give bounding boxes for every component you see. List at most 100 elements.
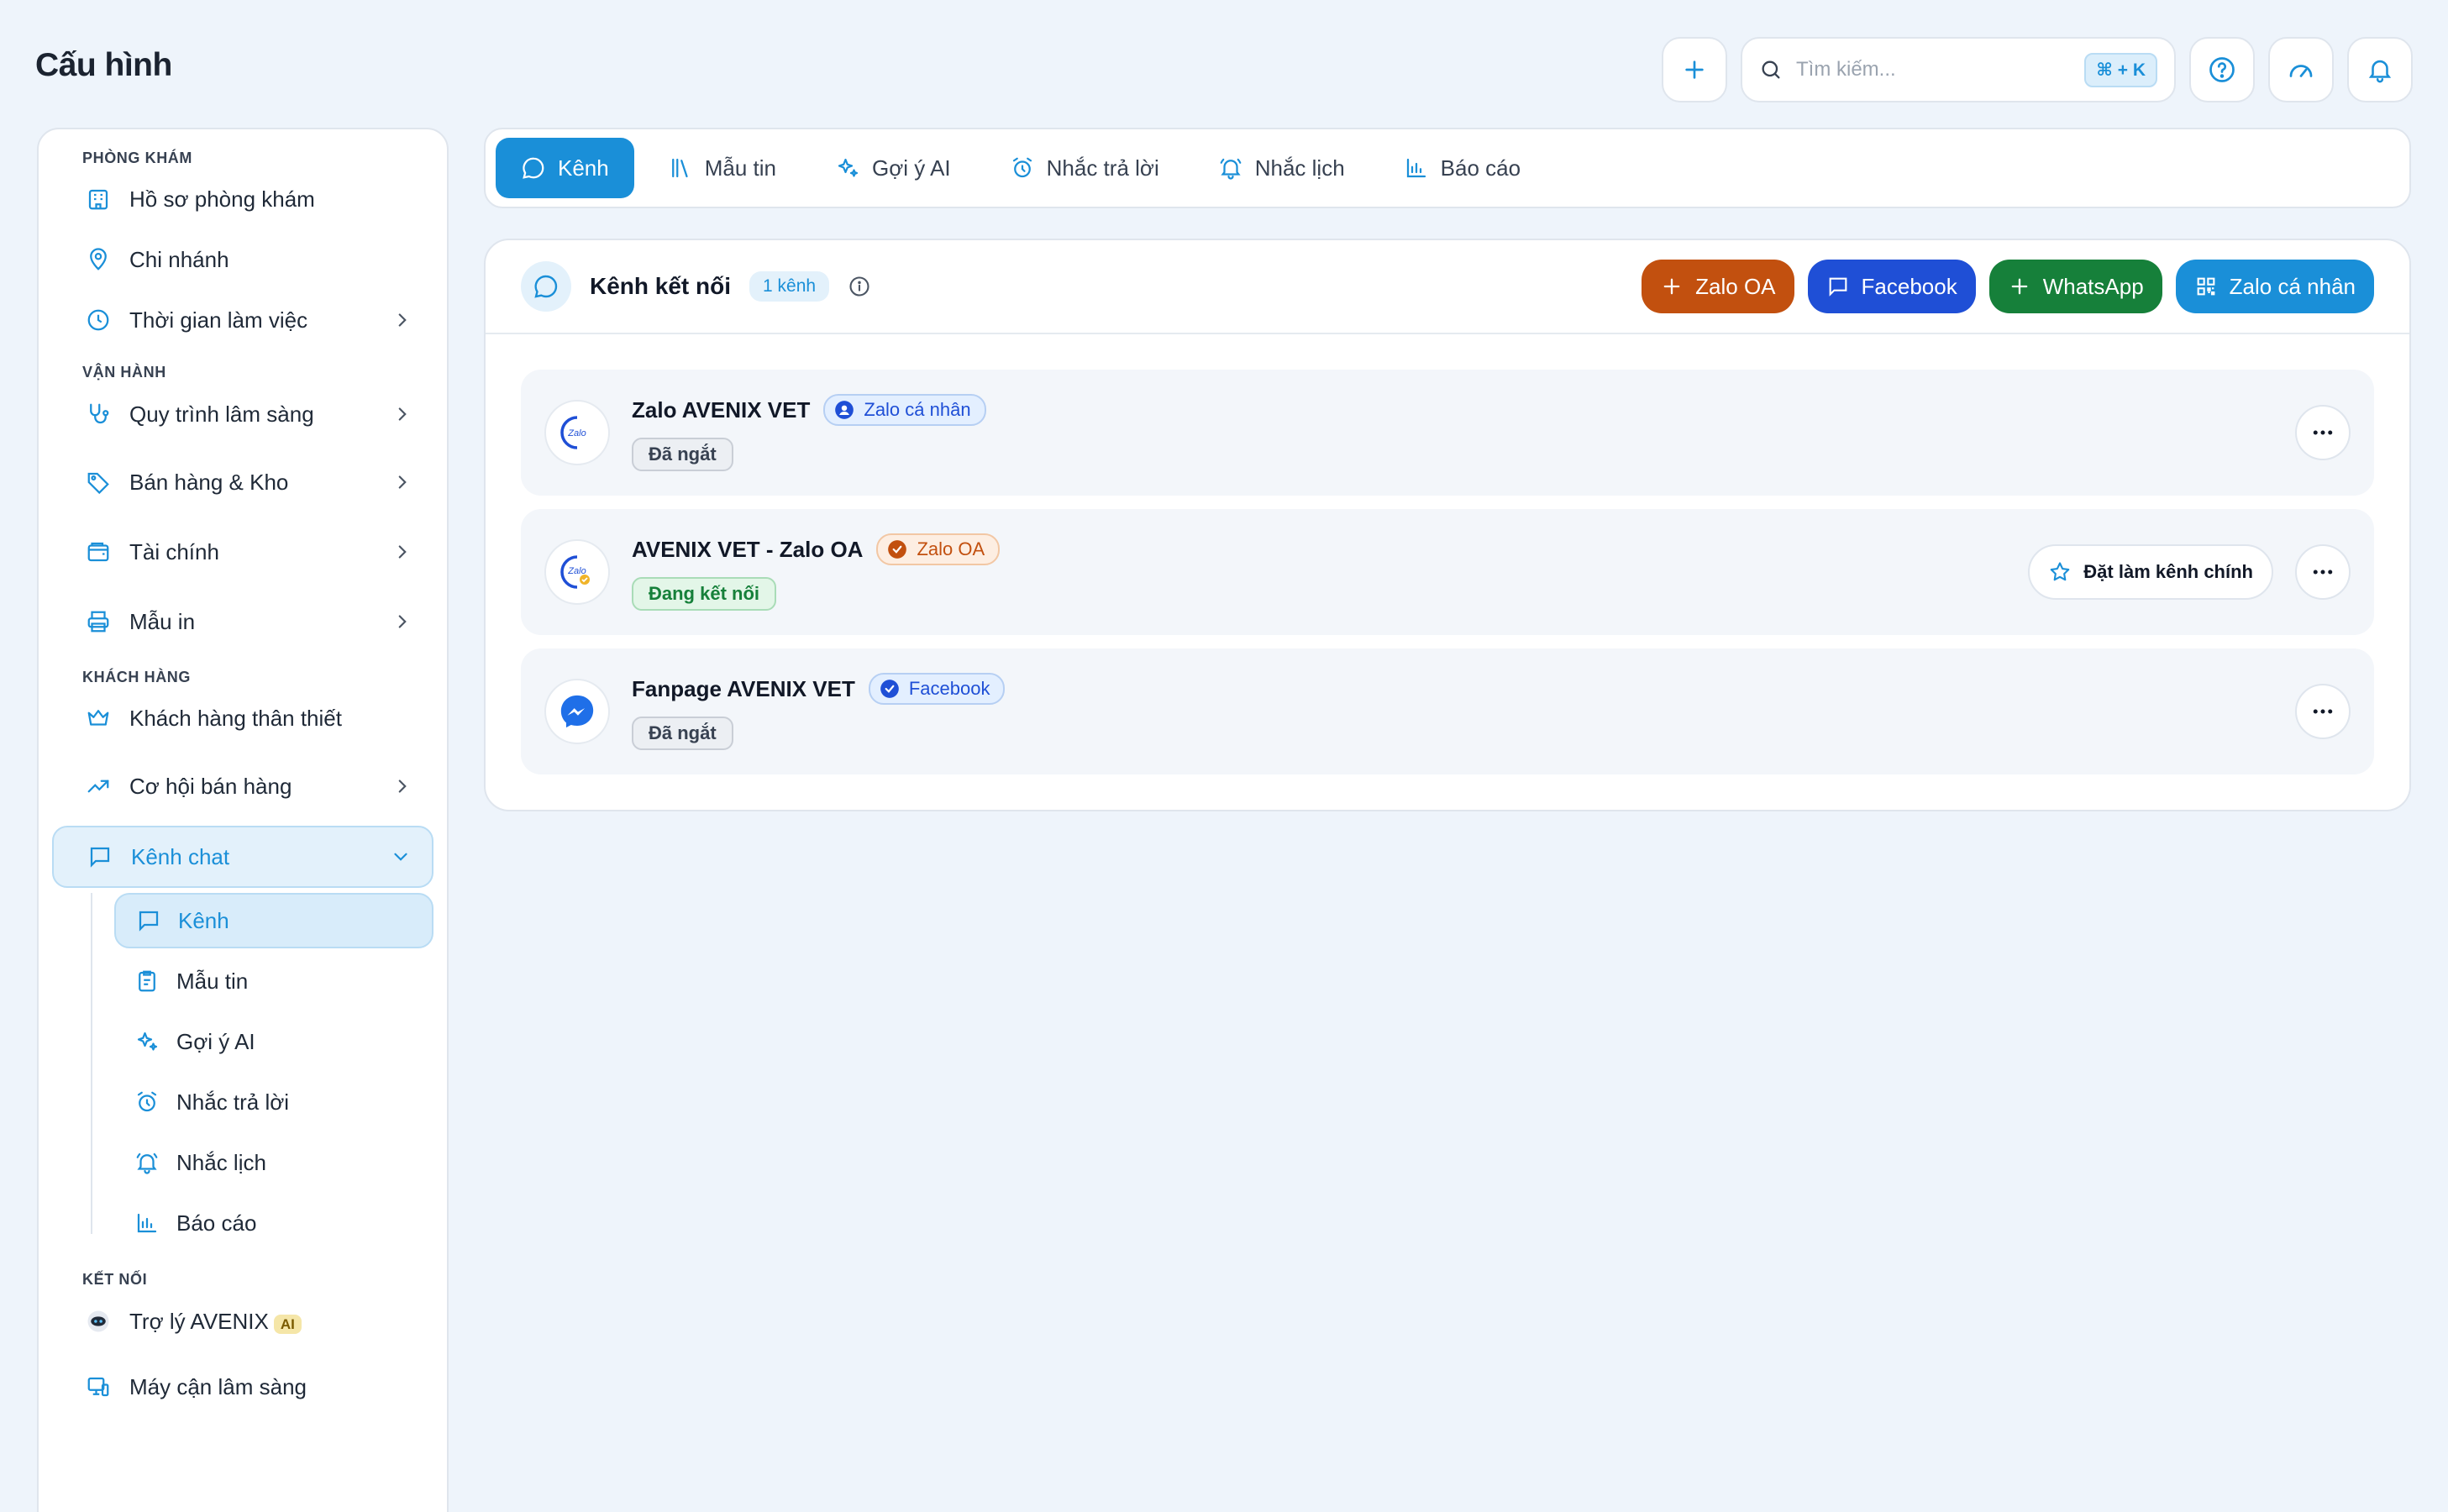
sub-item-reply-reminder[interactable]: Nhắc trả lời bbox=[114, 1074, 433, 1130]
channel-info: AVENIX VET - Zalo OA Zalo OA Đang kết nố… bbox=[632, 533, 2006, 611]
sidebar-item-label: Chi nhánh bbox=[129, 246, 229, 272]
tab-reply-reminder[interactable]: Nhắc trả lời bbox=[985, 138, 1185, 198]
sidebar-item-finance[interactable]: Tài chính bbox=[52, 517, 433, 586]
channel-name: AVENIX VET - Zalo OA bbox=[632, 536, 864, 562]
info-icon[interactable] bbox=[848, 275, 871, 298]
sub-item-channels[interactable]: Kênh bbox=[114, 893, 433, 948]
more-options-button[interactable] bbox=[2295, 544, 2351, 600]
channel-row[interactable]: Fanpage AVENIX VET Facebook Đã ngắt bbox=[521, 648, 2374, 774]
sidebar-item-branches[interactable]: Chi nhánh bbox=[52, 229, 433, 290]
sidebar-item-working-hours[interactable]: Thời gian làm việc bbox=[52, 290, 433, 350]
sub-item-ai-suggest[interactable]: Gợi ý AI bbox=[114, 1014, 433, 1069]
sidebar-item-print-templates[interactable]: Mẫu in bbox=[52, 586, 433, 657]
add-facebook-button[interactable]: Facebook bbox=[1807, 260, 1976, 313]
channel-row[interactable]: Zalo AVENIX VET - Zalo OA Zalo OA Đang k… bbox=[521, 509, 2374, 635]
sub-item-reports[interactable]: Báo cáo bbox=[114, 1195, 433, 1251]
sidebar-item-label: Mẫu in bbox=[129, 608, 196, 634]
sidebar-item-chat-channels[interactable]: Kênh chat bbox=[52, 826, 433, 888]
submenu-line bbox=[91, 893, 92, 1234]
star-icon bbox=[2050, 562, 2070, 581]
sidebar-item-label: Khách hàng thân thiết bbox=[129, 705, 342, 731]
message-square-icon bbox=[139, 911, 159, 932]
tab-channels[interactable]: Kênh bbox=[496, 138, 634, 198]
tab-label: Báo cáo bbox=[1440, 155, 1521, 181]
plus-icon bbox=[2011, 278, 2028, 295]
stethoscope-icon bbox=[84, 400, 113, 428]
search-box[interactable]: ⌘ + K bbox=[1741, 37, 2176, 102]
more-horizontal-icon bbox=[2313, 709, 2333, 714]
connected-channels-card: Kênh kết nối 1 kênh Zalo OA Facebook Wha… bbox=[484, 239, 2411, 811]
channel-type-label: Facebook bbox=[908, 678, 990, 699]
sub-item-message-templates[interactable]: Mẫu tin bbox=[114, 953, 433, 1009]
robot-icon bbox=[84, 1307, 113, 1336]
message-circle-icon bbox=[521, 261, 571, 312]
tab-label: Nhắc lịch bbox=[1254, 155, 1345, 181]
add-zalo-oa-button[interactable]: Zalo OA bbox=[1642, 260, 1794, 313]
shortcut-badge: ⌘ + K bbox=[2084, 52, 2157, 87]
sidebar-item-assistant[interactable]: Trợ lý AVENIX AI bbox=[52, 1289, 433, 1354]
channel-type-label: Zalo cá nhân bbox=[864, 399, 971, 420]
message-square-icon bbox=[86, 843, 114, 871]
sidebar-item-label: Tài chính bbox=[129, 538, 219, 564]
more-options-button[interactable] bbox=[2295, 684, 2351, 739]
tab-message-templates[interactable]: Mẫu tin bbox=[643, 138, 801, 198]
messenger-logo-icon bbox=[544, 679, 610, 744]
bell-icon bbox=[2368, 60, 2392, 83]
notifications-button[interactable] bbox=[2347, 37, 2413, 102]
channel-type-badge: Zalo cá nhân bbox=[823, 394, 986, 426]
sidebar-item-label: Bán hàng & Kho bbox=[129, 469, 289, 495]
add-whatsapp-button[interactable]: WhatsApp bbox=[1988, 260, 2162, 313]
sub-item-schedule-reminder[interactable]: Nhắc lịch bbox=[114, 1135, 433, 1190]
zalo-oa-logo-icon: Zalo bbox=[544, 539, 610, 605]
add-zalo-personal-button[interactable]: Zalo cá nhân bbox=[2175, 260, 2374, 313]
help-icon bbox=[2209, 57, 2235, 82]
tag-icon bbox=[84, 468, 113, 496]
sub-item-label: Nhắc trả lời bbox=[176, 1089, 290, 1115]
section-connect: KẾT NỐI bbox=[82, 1271, 148, 1288]
more-horizontal-icon bbox=[2313, 570, 2333, 575]
sparkles-icon bbox=[137, 1032, 158, 1051]
badge-check-icon bbox=[880, 680, 899, 698]
search-input[interactable] bbox=[1796, 58, 2072, 81]
tab-label: Gợi ý AI bbox=[872, 155, 951, 181]
sub-item-label: Kênh bbox=[178, 907, 229, 933]
sidebar-item-label: Cơ hội bán hàng bbox=[129, 773, 292, 799]
sidebar-item-loyal-customers[interactable]: Khách hàng thân thiết bbox=[52, 686, 433, 750]
chevron-right-icon bbox=[398, 407, 407, 421]
channel-name: Zalo AVENIX VET bbox=[632, 396, 811, 423]
more-options-button[interactable] bbox=[2295, 405, 2351, 460]
channel-title-line: AVENIX VET - Zalo OA Zalo OA bbox=[632, 533, 2006, 565]
map-pin-icon bbox=[84, 245, 113, 274]
card-title: Kênh kết nối bbox=[590, 273, 732, 299]
dashboard-button[interactable] bbox=[2268, 37, 2334, 102]
tab-reports[interactable]: Báo cáo bbox=[1379, 138, 1546, 198]
alarm-clock-icon bbox=[1012, 157, 1032, 178]
set-primary-channel-button[interactable]: Đặt làm kênh chính bbox=[2028, 544, 2273, 600]
sidebar-item-sales-stock[interactable]: Bán hàng & Kho bbox=[52, 447, 433, 517]
sidebar-item-label: Kênh chat bbox=[131, 843, 230, 869]
tab-label: Mẫu tin bbox=[704, 155, 776, 181]
sub-item-label: Mẫu tin bbox=[176, 968, 249, 994]
search-icon bbox=[1762, 60, 1780, 79]
channel-list: Zalo Zalo AVENIX VET Zalo cá nhân Đã ngắ… bbox=[486, 334, 2409, 774]
sidebar-item-clinic-profile[interactable]: Hồ sơ phòng khám bbox=[52, 169, 433, 229]
chevron-right-icon bbox=[398, 780, 407, 793]
help-button[interactable] bbox=[2189, 37, 2255, 102]
sidebar-item-sales-opportunities[interactable]: Cơ hội bán hàng bbox=[52, 750, 433, 822]
badge-check-icon bbox=[888, 540, 907, 559]
sidebar-item-label: Thời gian làm việc bbox=[129, 307, 308, 333]
ai-badge: AI bbox=[273, 1314, 302, 1334]
sidebar-item-clinical-flow[interactable]: Quy trình lâm sàng bbox=[52, 381, 433, 447]
sidebar-item-lab-devices[interactable]: Máy cận lâm sàng bbox=[52, 1354, 433, 1420]
tab-ai-suggest[interactable]: Gợi ý AI bbox=[810, 138, 976, 198]
add-button[interactable] bbox=[1662, 37, 1727, 102]
bell-ring-icon bbox=[1220, 158, 1242, 180]
user-circle-icon bbox=[835, 401, 854, 419]
channel-row[interactable]: Zalo Zalo AVENIX VET Zalo cá nhân Đã ngắ… bbox=[521, 370, 2374, 496]
svg-text:Zalo: Zalo bbox=[567, 428, 586, 438]
channel-info: Zalo AVENIX VET Zalo cá nhân Đã ngắt bbox=[632, 394, 2273, 471]
tab-schedule-reminder[interactable]: Nhắc lịch bbox=[1193, 138, 1370, 198]
crown-icon bbox=[84, 704, 113, 732]
sidebar-item-label: Quy trình lâm sàng bbox=[129, 401, 314, 427]
channel-count-badge: 1 kênh bbox=[749, 271, 830, 302]
